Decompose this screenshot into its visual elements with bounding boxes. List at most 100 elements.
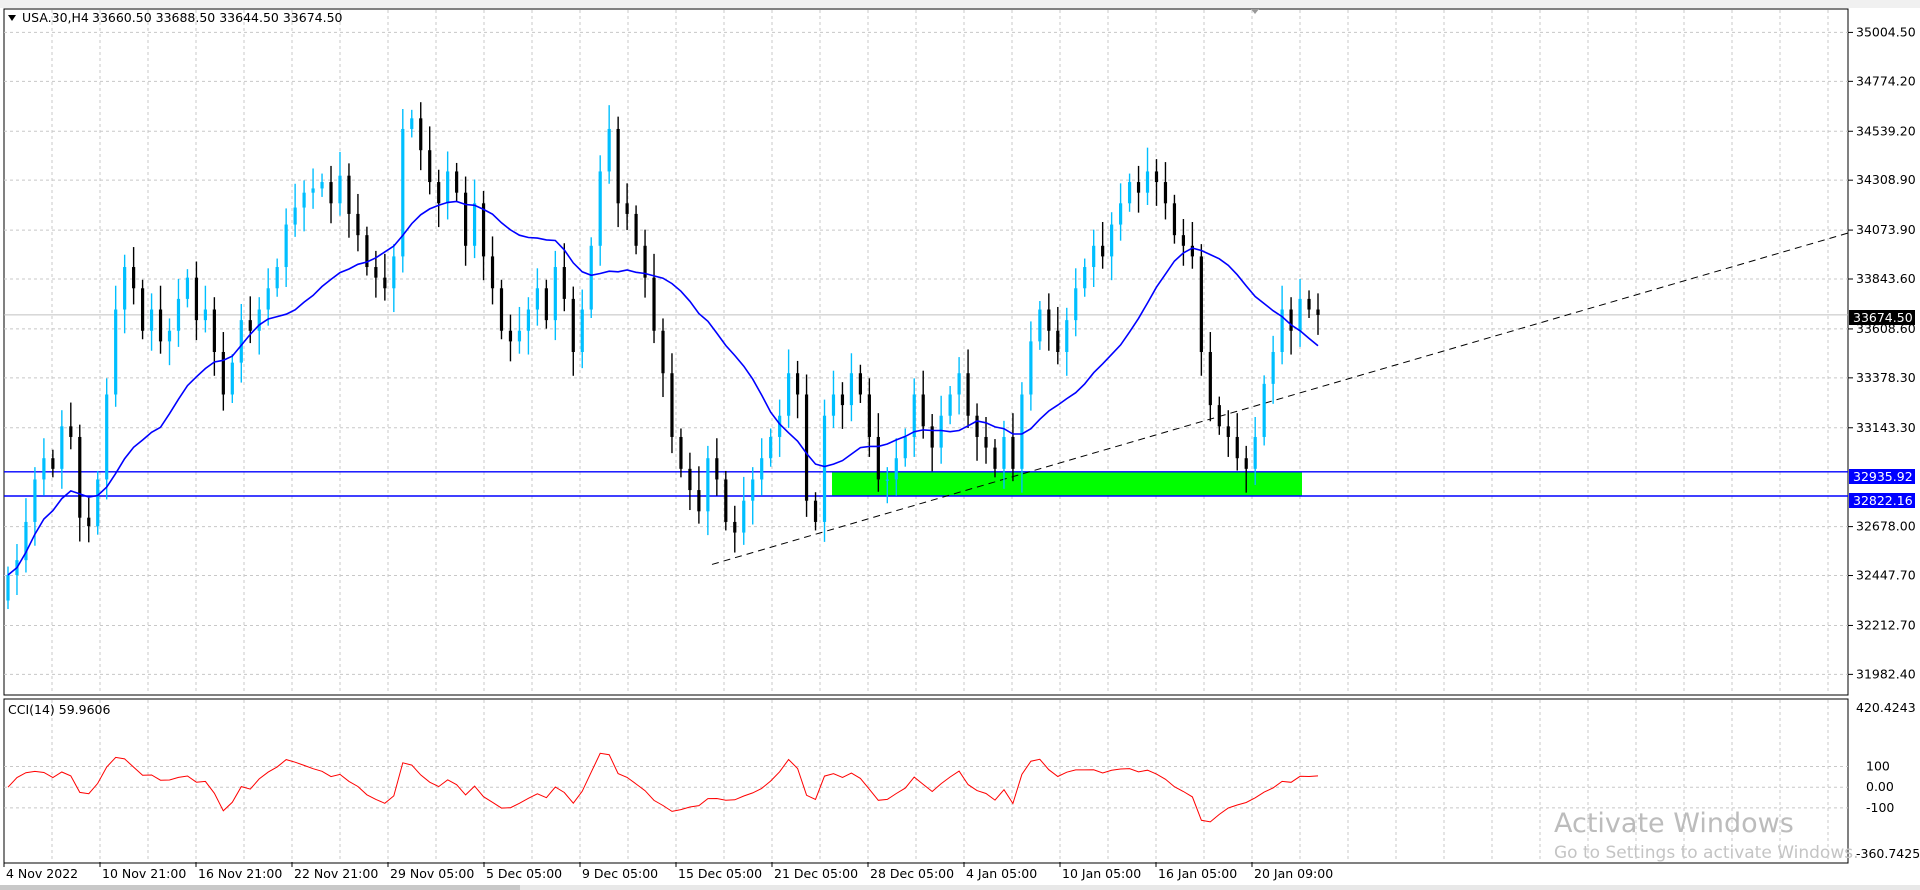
candle-body: [356, 213, 360, 236]
candle-body: [607, 128, 611, 172]
candle-body: [455, 171, 459, 193]
candle-body: [347, 175, 351, 214]
candle-body: [769, 436, 773, 459]
time-tick-label: 20 Jan 09:00: [1254, 866, 1333, 881]
time-tick-label: 15 Dec 05:00: [678, 866, 762, 881]
time-tick-label: 4 Nov 2022: [6, 866, 78, 881]
candle-body: [96, 479, 100, 527]
candle-body: [1316, 309, 1320, 315]
candle-body: [302, 192, 306, 208]
price-tick-label: 33843.60: [1856, 271, 1916, 286]
candle-body: [724, 479, 728, 522]
candle-body: [1208, 352, 1212, 406]
candle-body: [885, 479, 889, 481]
candle-body: [1307, 298, 1311, 310]
candle-body: [993, 447, 997, 469]
cci-tick-label: -360.7425: [1856, 846, 1920, 861]
candle-body: [831, 394, 836, 416]
time-tick-label: 16 Jan 05:00: [1158, 866, 1237, 881]
candle-body: [1199, 256, 1203, 352]
candle-body: [1235, 436, 1239, 459]
candle-body: [508, 330, 513, 342]
time-tick-label: 16 Nov 21:00: [198, 866, 282, 881]
candle-body: [634, 213, 638, 246]
candle-body: [957, 373, 961, 395]
candle-body: [688, 468, 692, 491]
candle-body: [894, 458, 898, 480]
time-tick-label: 21 Dec 05:00: [774, 866, 858, 881]
candle-body: [167, 330, 172, 342]
candle-body: [481, 203, 486, 257]
cci-axis[interactable]: 420.4243 100 0.00 -100 -360.7425: [1856, 700, 1920, 861]
candle-body: [1253, 436, 1257, 469]
price-tick-label: 34073.90: [1856, 222, 1916, 237]
candle-body: [221, 352, 225, 395]
candle-body: [203, 309, 207, 321]
candle-body: [1136, 182, 1141, 193]
horizontal-scrollbar[interactable]: [0, 885, 520, 890]
candle-body: [1181, 235, 1186, 246]
candle-body: [1163, 182, 1168, 204]
candle-body: [912, 394, 916, 437]
candle-body: [553, 267, 557, 321]
candle-body: [876, 436, 880, 480]
candle-body: [526, 309, 531, 331]
trading-chart[interactable]: USA.30,H4 33660.50 33688.50 33644.50 336…: [0, 0, 1920, 890]
candle-body: [1298, 298, 1302, 331]
candle-body: [795, 373, 800, 395]
candle-body: [212, 309, 216, 352]
ohlc-values: 33660.50 33688.50 33644.50 33674.50: [92, 10, 343, 25]
candle-body: [760, 458, 764, 480]
candle-body: [158, 309, 163, 342]
candle-body: [176, 298, 181, 331]
cci-tick-label: 100: [1866, 758, 1890, 773]
time-axis[interactable]: 4 Nov 2022 10 Nov 21:00 16 Nov 21:00 22 Nov…: [3, 862, 1333, 881]
candle-body: [6, 575, 10, 601]
candle-body: [42, 458, 46, 480]
candle-body: [903, 436, 907, 459]
candle-body: [132, 267, 136, 289]
price-tick-label: 32447.70: [1856, 568, 1916, 583]
time-tick-label: 4 Jan 05:00: [966, 866, 1037, 881]
candle-body: [1029, 341, 1033, 395]
candle-body: [410, 118, 414, 129]
candle-body: [804, 394, 809, 501]
candle-body: [257, 309, 261, 331]
time-tick-label: 10 Jan 05:00: [1062, 866, 1141, 881]
candle-body: [921, 394, 925, 427]
candle-body: [419, 118, 423, 151]
candle-body: [123, 267, 127, 310]
candle-body: [33, 479, 37, 522]
candle-body: [490, 256, 495, 289]
candle-body: [437, 182, 441, 204]
candle-body: [517, 330, 522, 342]
candle-body: [975, 415, 979, 437]
candle-body: [114, 309, 118, 395]
candle-body: [589, 245, 593, 310]
candle-body: [320, 182, 324, 189]
candle-body: [571, 298, 575, 352]
candle-body: [948, 394, 952, 416]
candle-body: [293, 207, 297, 225]
time-tick-label: 28 Dec 05:00: [870, 866, 954, 881]
candle-body: [1217, 405, 1221, 427]
candle-body: [275, 267, 279, 289]
price-axis[interactable]: 35004.50 34774.20 34539.20 34308.90 34073.90…: [1848, 24, 1916, 681]
level-tag-2-text: 32822.16: [1853, 493, 1913, 508]
candle-body: [392, 256, 396, 289]
candle-body: [822, 415, 827, 522]
candle-body: [849, 373, 854, 406]
cci-tick-label: 420.4243: [1856, 700, 1916, 715]
price-panel[interactable]: [3, 8, 1849, 696]
candle-body: [742, 500, 746, 533]
candle-body: [1289, 309, 1293, 331]
support-zone: [832, 471, 1302, 496]
candle-body: [140, 288, 145, 331]
candle-body: [778, 415, 782, 437]
candle-body: [813, 500, 818, 522]
candle-body: [185, 277, 190, 299]
candle-body: [87, 517, 91, 527]
candle-body: [787, 373, 791, 416]
candle-body: [149, 309, 154, 331]
candle-body: [1119, 203, 1123, 225]
